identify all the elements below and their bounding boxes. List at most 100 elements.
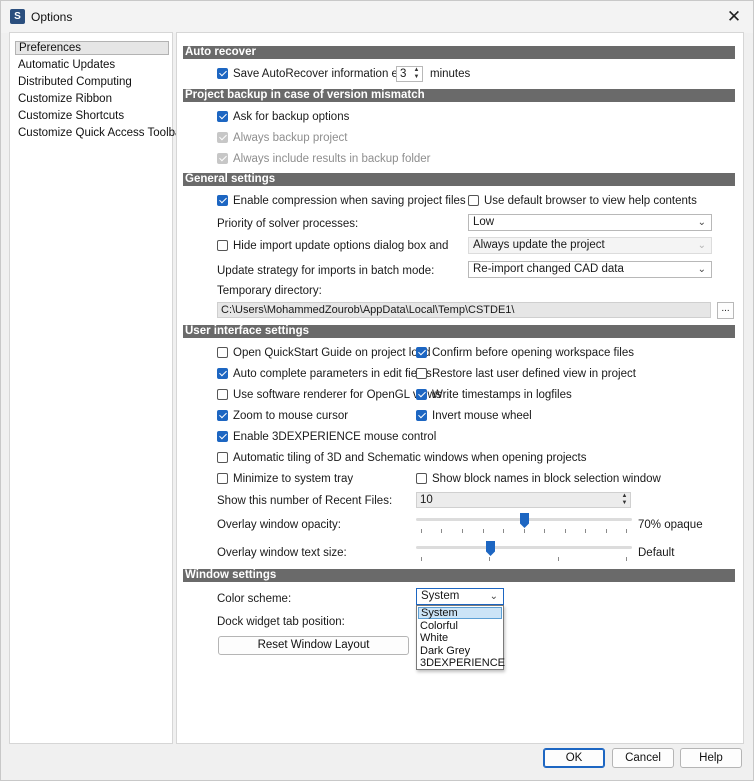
slider-tick	[483, 529, 484, 533]
help-button[interactable]: Help	[680, 748, 742, 768]
section-header-general: General settings	[183, 173, 735, 186]
slider-tick	[565, 529, 566, 533]
compression-checkbox[interactable]	[217, 195, 228, 206]
default-browser-label: Use default browser to view help content…	[484, 195, 697, 207]
color-option-system[interactable]: System	[418, 607, 502, 619]
autocomplete-checkbox[interactable]	[217, 368, 228, 379]
color-option-white[interactable]: White	[418, 632, 502, 644]
cancel-button[interactable]: Cancel	[612, 748, 674, 768]
confirm-workspace-label: Confirm before opening workspace files	[432, 347, 634, 359]
close-icon[interactable]: ✕	[723, 6, 745, 28]
spin-arrows-icon[interactable]: ▲ ▼	[620, 493, 629, 507]
auto-tiling-checkbox[interactable]	[217, 452, 228, 463]
quickstart-label: Open QuickStart Guide on project load	[233, 347, 431, 359]
block-names-label: Show block names in block selection wind…	[432, 473, 661, 485]
save-autorecover-label: Save AutoRecover information every	[233, 68, 420, 80]
color-option-3dexperience[interactable]: 3DEXPERIENCE	[418, 657, 505, 669]
recent-files-value: 10	[420, 494, 433, 506]
slider-tick	[558, 557, 559, 561]
nav-item-automatic-updates[interactable]: Automatic Updates	[15, 58, 169, 72]
window-title: Options	[31, 10, 73, 24]
nav-item-customize-quick-access-toolbar[interactable]: Customize Quick Access Toolbar	[15, 126, 185, 140]
slider-tick	[524, 529, 525, 533]
autorecover-unit-label: minutes	[430, 68, 471, 80]
hide-import-value: Always update the project	[473, 239, 605, 251]
mouse-3dx-label: Enable 3DEXPERIENCE mouse control	[233, 431, 437, 443]
opacity-slider-thumb[interactable]	[520, 513, 529, 528]
update-strategy-select[interactable]: Re-import changed CAD data ⌄	[468, 261, 712, 278]
mouse-3dx-checkbox[interactable]	[217, 431, 228, 442]
hide-import-label: Hide import update options dialog box an…	[233, 240, 449, 252]
text-size-label: Overlay window text size:	[217, 547, 347, 559]
opacity-value-label: 70% opaque	[638, 519, 703, 531]
slider-tick	[585, 529, 586, 533]
timestamps-label: Write timestamps in logfiles	[432, 389, 572, 401]
software-renderer-checkbox[interactable]	[217, 389, 228, 400]
timestamps-checkbox[interactable]	[416, 389, 427, 400]
color-scheme-select[interactable]: System ⌄	[416, 588, 504, 605]
reset-window-layout-button[interactable]: Reset Window Layout	[218, 636, 409, 655]
autorecover-interval-spinbox[interactable]: 3 ▲ ▼	[396, 66, 423, 82]
color-option-dark-grey[interactable]: Dark Grey	[418, 645, 502, 657]
restore-view-label: Restore last user defined view in projec…	[432, 368, 636, 380]
auto-tiling-label: Automatic tiling of 3D and Schematic win…	[233, 452, 587, 464]
autorecover-interval-value: 3	[400, 68, 407, 80]
compression-label: Enable compression when saving project f…	[233, 195, 466, 207]
always-backup-checkbox	[217, 132, 228, 143]
save-autorecover-checkbox[interactable]	[217, 68, 228, 79]
zoom-mouse-checkbox[interactable]	[217, 410, 228, 421]
slider-tick	[626, 529, 627, 533]
text-size-slider-track	[416, 546, 632, 549]
include-results-checkbox	[217, 153, 228, 164]
recent-files-spinbox[interactable]: 10 ▲ ▼	[416, 492, 631, 508]
section-header-window: Window settings	[183, 569, 735, 582]
solver-priority-select[interactable]: Low ⌄	[468, 214, 712, 231]
title-bar: S Options ✕	[1, 1, 753, 33]
slider-tick	[544, 529, 545, 533]
browse-temp-dir-button[interactable]: ...	[717, 302, 734, 319]
solver-priority-label: Priority of solver processes:	[217, 218, 359, 230]
nav-item-customize-ribbon[interactable]: Customize Ribbon	[15, 92, 169, 106]
invert-wheel-checkbox[interactable]	[416, 410, 427, 421]
confirm-workspace-checkbox[interactable]	[416, 347, 427, 358]
section-header-project-backup: Project backup in case of version mismat…	[183, 89, 735, 102]
invert-wheel-label: Invert mouse wheel	[432, 410, 532, 422]
include-results-label: Always include results in backup folder	[233, 153, 431, 165]
chevron-down-icon: ⌄	[697, 217, 706, 228]
opacity-label: Overlay window opacity:	[217, 519, 341, 531]
spin-arrows-icon[interactable]: ▲ ▼	[412, 67, 421, 81]
text-size-slider-thumb[interactable]	[486, 541, 495, 556]
color-option-colorful[interactable]: Colorful	[418, 620, 502, 632]
chevron-down-icon: ⌄	[489, 591, 498, 602]
restore-view-checkbox[interactable]	[416, 368, 427, 379]
chevron-down-icon: ⌄	[697, 240, 706, 251]
minimize-tray-label: Minimize to system tray	[233, 473, 354, 485]
text-size-slider[interactable]	[416, 541, 632, 563]
text-size-value-label: Default	[638, 547, 675, 559]
dock-position-label: Dock widget tab position:	[217, 616, 345, 628]
solver-priority-value: Low	[473, 216, 495, 228]
block-names-checkbox[interactable]	[416, 473, 427, 484]
section-header-auto-recover: Auto recover	[183, 46, 735, 59]
ok-button[interactable]: OK	[543, 748, 605, 768]
ask-backup-checkbox[interactable]	[217, 111, 228, 122]
color-scheme-label: Color scheme:	[217, 593, 292, 605]
chevron-down-icon: ⌄	[697, 264, 706, 275]
nav-item-customize-shortcuts[interactable]: Customize Shortcuts	[15, 109, 169, 123]
hide-import-checkbox[interactable]	[217, 240, 228, 251]
always-backup-label: Always backup project	[233, 132, 348, 144]
temp-dir-field[interactable]: C:\Users\MohammedZourob\AppData\Local\Te…	[217, 302, 711, 318]
minimize-tray-checkbox[interactable]	[217, 473, 228, 484]
software-renderer-label: Use software renderer for OpenGL views	[233, 389, 442, 401]
default-browser-checkbox[interactable]	[468, 195, 479, 206]
slider-tick	[503, 529, 504, 533]
slider-tick	[606, 529, 607, 533]
nav-item-distributed-computing[interactable]: Distributed Computing	[15, 75, 169, 89]
nav-item-preferences[interactable]: Preferences	[15, 41, 169, 55]
quickstart-checkbox[interactable]	[217, 347, 228, 358]
hide-import-select: Always update the project ⌄	[468, 237, 712, 254]
slider-tick	[626, 557, 627, 561]
opacity-slider[interactable]	[416, 513, 632, 535]
zoom-mouse-label: Zoom to mouse cursor	[233, 410, 349, 422]
update-strategy-label: Update strategy for imports in batch mod…	[217, 265, 435, 277]
